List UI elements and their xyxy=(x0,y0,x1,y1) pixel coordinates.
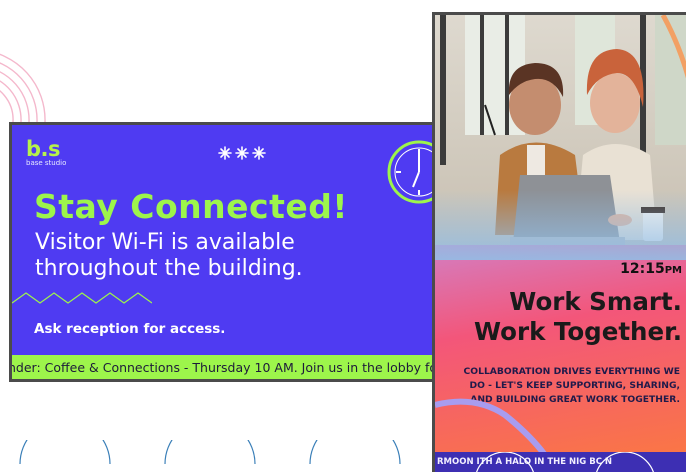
wifi-signage-content: b.s base studio Stay Connected! Visitor … xyxy=(12,125,439,379)
base-studio-logo: b.s base studio xyxy=(26,137,67,168)
collaboration-signage-content: 12:15PM Work Smart. Work Together. COLLA… xyxy=(435,15,686,472)
work-together-headline: Work Smart. Work Together. xyxy=(474,287,682,347)
collaboration-signage-screen: 12:15PM Work Smart. Work Together. COLLA… xyxy=(432,12,686,472)
headline-line-1: Work Smart. xyxy=(509,287,682,316)
announcement-ticker: nder: Coffee & Connections - Thursday 10… xyxy=(12,355,439,379)
time-ampm: PM xyxy=(664,265,682,276)
logo-subtitle: base studio xyxy=(26,159,67,167)
zigzag-decoration xyxy=(12,292,152,304)
decorative-circles xyxy=(19,440,401,464)
headline: Stay Connected! xyxy=(34,187,348,226)
current-time: 12:15PM xyxy=(620,261,682,277)
headline-line-2: Work Together. xyxy=(474,317,682,346)
sparkle-icon xyxy=(218,146,266,160)
time-value: 12:15 xyxy=(620,261,665,277)
ticker-circles xyxy=(476,452,654,472)
wifi-signage-screen: b.s base studio Stay Connected! Visitor … xyxy=(9,122,439,382)
photo-fade xyxy=(435,190,686,260)
wifi-message: Visitor Wi-Fi is available throughout th… xyxy=(35,230,303,281)
reception-cta: Ask reception for access. xyxy=(34,321,226,337)
logo-mark: b.s xyxy=(26,137,61,161)
ticker-text: nder: Coffee & Connections - Thursday 10… xyxy=(12,360,439,375)
